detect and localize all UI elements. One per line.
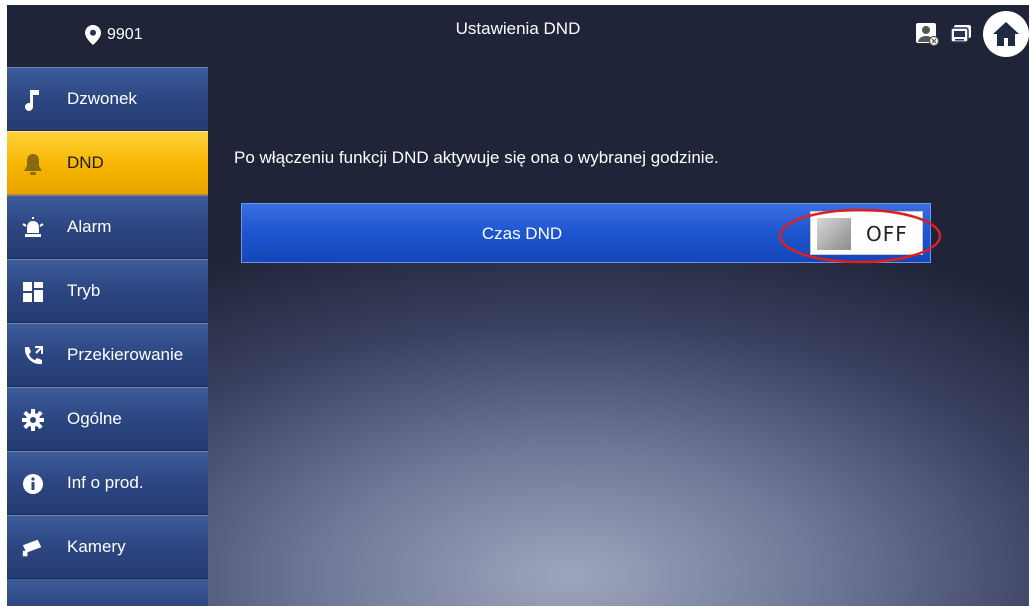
sidebar-item-info[interactable]: Inf o prod. — [7, 451, 208, 515]
top-bar: 9901 Ustawienia DND — [7, 5, 1029, 67]
dnd-toggle[interactable]: OFF — [810, 211, 923, 255]
top-icons — [915, 11, 1029, 57]
sidebar-filler — [7, 579, 208, 606]
call-forward-icon — [21, 344, 45, 368]
sidebar-item-ogolne[interactable]: Ogólne — [7, 387, 208, 451]
sidebar: Dzwonek DND Alarm Tryb Przekierowanie Og… — [7, 67, 208, 606]
dnd-description: Po włączeniu funkcji DND aktywuje się on… — [234, 148, 719, 167]
music-note-icon — [21, 88, 45, 112]
sidebar-item-label: Dzwonek — [67, 89, 137, 108]
sidebar-item-dnd[interactable]: DND — [7, 131, 208, 195]
home-icon — [993, 22, 1019, 46]
info-icon — [21, 472, 45, 496]
dnd-time-label: Czas DND — [481, 224, 563, 243]
screen: 9901 Ustawienia DND Dzwonek DND Alarm Tr… — [7, 5, 1029, 606]
sidebar-item-alarm[interactable]: Alarm — [7, 195, 208, 259]
sidebar-item-label: Tryb — [67, 281, 101, 300]
toggle-knob — [817, 218, 851, 250]
contact-card-icon[interactable] — [915, 22, 939, 46]
toggle-state: OFF — [866, 222, 908, 246]
monitor-icon[interactable] — [949, 22, 973, 46]
sidebar-item-tryb[interactable]: Tryb — [7, 259, 208, 323]
sidebar-item-label: Kamery — [67, 537, 126, 556]
dnd-time-row[interactable]: Czas DND OFF — [241, 203, 931, 263]
home-button[interactable] — [983, 11, 1029, 57]
sidebar-item-kamery[interactable]: Kamery — [7, 515, 208, 579]
sidebar-item-label: Ogólne — [67, 409, 122, 428]
page-title: Ustawienia DND — [455, 19, 581, 38]
bell-icon — [21, 152, 45, 176]
sidebar-item-dzwonek[interactable]: Dzwonek — [7, 67, 208, 131]
gear-icon — [21, 408, 45, 432]
camera-icon — [21, 536, 45, 560]
sidebar-item-label: DND — [67, 153, 104, 172]
sidebar-item-przekierowanie[interactable]: Przekierowanie — [7, 323, 208, 387]
sidebar-item-label: Inf o prod. — [67, 473, 144, 492]
alarm-siren-icon — [21, 216, 45, 240]
grid-mode-icon — [21, 280, 45, 304]
sidebar-item-label: Alarm — [67, 217, 112, 236]
sidebar-item-label: Przekierowanie — [67, 345, 184, 364]
